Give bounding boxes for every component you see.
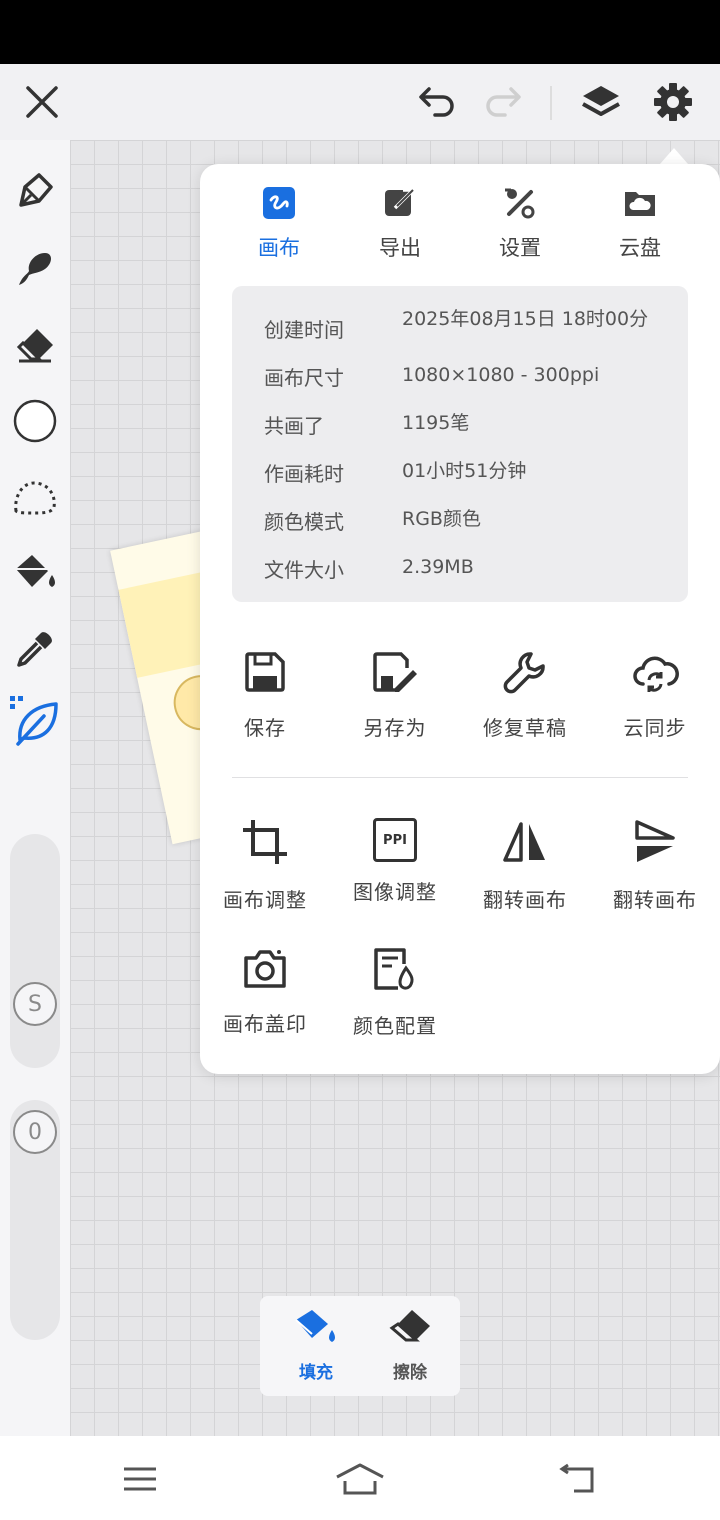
fill-label: 填充 xyxy=(299,1363,333,1383)
size-slider[interactable] xyxy=(10,834,60,1068)
circle-shape-icon[interactable] xyxy=(10,396,60,446)
repair-draft-label: 修复草稿 xyxy=(483,716,567,740)
close-icon[interactable] xyxy=(18,78,66,126)
tab-cloud-label: 云盘 xyxy=(619,236,661,260)
info-value-duration: 01小时51分钟 xyxy=(402,460,527,482)
color-profile-button[interactable]: 颜色配置 xyxy=(330,946,460,1039)
info-label-color-mode: 颜色模式 xyxy=(264,510,344,534)
lasso-select-icon[interactable] xyxy=(10,472,60,522)
save-as-icon xyxy=(371,650,419,698)
gear-icon[interactable] xyxy=(648,78,698,126)
save-icon xyxy=(243,650,287,698)
bucket-fill-icon[interactable] xyxy=(10,548,60,598)
flip-canvas-horizontal-button[interactable]: 翻转画布 xyxy=(460,818,590,913)
canvas-stamp-button[interactable]: 画布盖印 xyxy=(200,946,330,1037)
bucket-fill-icon xyxy=(292,1308,340,1352)
tab-export[interactable]: 导出 xyxy=(345,186,455,262)
back-icon[interactable] xyxy=(548,1454,608,1504)
crop-icon xyxy=(241,818,289,870)
canvas-icon xyxy=(262,186,296,224)
info-label-size: 画布尺寸 xyxy=(264,366,344,390)
eyedropper-icon[interactable] xyxy=(10,624,60,674)
save-as-button[interactable]: 另存为 xyxy=(330,650,460,741)
wrench-icon xyxy=(503,650,547,698)
repair-draft-button[interactable]: 修复草稿 xyxy=(460,650,590,741)
layers-icon[interactable] xyxy=(576,78,626,126)
cloud-folder-icon xyxy=(623,186,657,224)
erase-button[interactable]: 擦除 xyxy=(370,1308,450,1383)
undo-icon[interactable] xyxy=(412,78,462,126)
tab-canvas[interactable]: 画布 xyxy=(224,186,334,262)
system-nav-bar xyxy=(0,1436,720,1520)
smudge-brush-icon[interactable] xyxy=(10,244,60,294)
flip-canvas-horizontal-label: 翻转画布 xyxy=(483,888,567,912)
menu-icon[interactable] xyxy=(110,1454,170,1504)
info-label-created: 创建时间 xyxy=(264,318,344,342)
image-adjust-label: 图像调整 xyxy=(353,880,437,904)
canvas-menu-panel: 画布 导出 设置 云盘 创建时间 2025年08月15日 18时00分 画布尺寸… xyxy=(200,164,720,1074)
info-label-file-size: 文件大小 xyxy=(264,558,344,582)
tab-cloud[interactable]: 云盘 xyxy=(585,186,695,262)
save-button[interactable]: 保存 xyxy=(200,650,330,741)
color-profile-label: 颜色配置 xyxy=(353,1014,437,1038)
info-value-color-mode: RGB颜色 xyxy=(402,508,481,530)
leaf-brush-icon[interactable] xyxy=(10,696,60,746)
tab-settings[interactable]: 设置 xyxy=(465,186,575,262)
save-as-label: 另存为 xyxy=(363,716,427,740)
info-label-strokes: 共画了 xyxy=(264,414,324,438)
save-label: 保存 xyxy=(244,716,286,740)
redo-icon[interactable] xyxy=(478,78,528,126)
info-value-created: 2025年08月15日 18时00分 xyxy=(402,308,649,330)
tab-canvas-label: 画布 xyxy=(258,236,300,260)
cloud-sync-button[interactable]: 云同步 xyxy=(590,650,720,741)
cloud-sync-label: 云同步 xyxy=(623,716,687,740)
canvas-adjust-button[interactable]: 画布调整 xyxy=(200,818,330,913)
home-icon[interactable] xyxy=(330,1454,390,1504)
toolbar-divider xyxy=(550,86,552,120)
info-value-strokes: 1195笔 xyxy=(402,412,470,434)
info-value-file-size: 2.39MB xyxy=(402,556,474,578)
fill-button[interactable]: 填充 xyxy=(276,1308,356,1383)
canvas-adjust-label: 画布调整 xyxy=(223,888,307,912)
eraser-icon[interactable] xyxy=(10,320,60,370)
flip-canvas-vertical-button[interactable]: 翻转画布 xyxy=(590,818,720,913)
color-profile-icon xyxy=(372,946,418,996)
size-slider-knob[interactable]: S xyxy=(13,982,57,1026)
left-toolbar: S 0 xyxy=(0,140,70,1436)
top-toolbar xyxy=(0,64,720,140)
canvas-stamp-label: 画布盖印 xyxy=(223,1012,307,1036)
panel-divider xyxy=(232,777,688,778)
info-value-size: 1080×1080 - 300ppi xyxy=(402,364,600,386)
tab-settings-label: 设置 xyxy=(499,236,541,260)
erase-label: 擦除 xyxy=(393,1363,427,1383)
info-label-duration: 作画耗时 xyxy=(264,462,344,486)
fill-erase-toolbar: 填充 擦除 xyxy=(260,1296,460,1396)
ppi-icon: PPI xyxy=(373,818,417,862)
eraser-icon xyxy=(388,1308,432,1352)
tab-export-label: 导出 xyxy=(379,236,421,260)
image-adjust-button[interactable]: PPI 图像调整 xyxy=(330,818,460,905)
pen-icon[interactable] xyxy=(10,166,60,216)
flip-vertical-icon xyxy=(631,818,679,870)
opacity-slider-knob[interactable]: 0 xyxy=(13,1110,57,1154)
flip-canvas-vertical-label: 翻转画布 xyxy=(613,888,697,912)
camera-icon xyxy=(242,946,288,994)
cloud-sync-icon xyxy=(631,650,679,698)
panel-pointer xyxy=(660,148,688,164)
canvas-info-box: 创建时间 2025年08月15日 18时00分 画布尺寸 1080×1080 -… xyxy=(232,286,688,602)
flip-horizontal-icon xyxy=(501,818,549,870)
export-icon xyxy=(383,186,417,224)
status-bar xyxy=(0,0,720,64)
tools-icon xyxy=(503,186,537,224)
